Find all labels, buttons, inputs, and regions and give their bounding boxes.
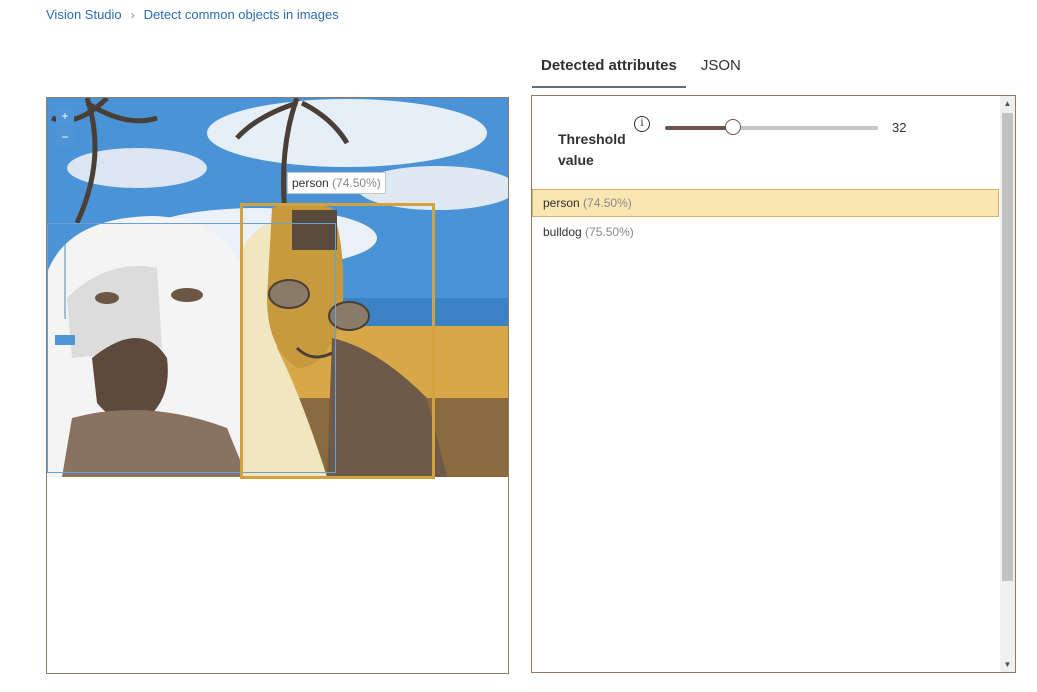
threshold-slider-thumb[interactable] (725, 119, 742, 135)
attribute-confidence: (74.50%) (583, 196, 632, 210)
info-icon[interactable]: i (634, 116, 650, 132)
detected-attributes-panel: Threshold value i 32 person (74.50%) bul… (531, 95, 1016, 673)
bounding-box-label-name: person (292, 176, 329, 190)
list-item-bulldog[interactable]: bulldog (75.50%) (532, 218, 999, 246)
attribute-name: person (543, 196, 580, 210)
scroll-down-arrow-icon[interactable]: ▼ (1000, 657, 1015, 672)
threshold-value: 32 (892, 120, 907, 135)
threshold-slider-fill (665, 126, 734, 130)
threshold-slider[interactable] (665, 119, 878, 135)
zoom-out-icon[interactable]: − (56, 128, 74, 146)
attribute-name: bulldog (543, 225, 582, 239)
attribute-list: person (74.50%) bulldog (75.50%) (532, 189, 999, 247)
attribute-confidence: (75.50%) (585, 225, 634, 239)
breadcrumb: Vision Studio › Detect common objects in… (46, 7, 339, 22)
scroll-up-arrow-icon[interactable]: ▲ (1000, 96, 1015, 111)
bounding-box-person[interactable] (240, 203, 435, 479)
zoom-in-icon[interactable]: + (56, 107, 74, 125)
attributes-scrollbar[interactable]: ▲ ▼ (1000, 96, 1015, 672)
threshold-label: Threshold value (558, 131, 626, 168)
result-tabs: Detected attributes JSON (532, 48, 756, 88)
breadcrumb-separator-icon: › (130, 7, 135, 22)
bounding-box-label: person (74.50%) (287, 172, 386, 194)
bounding-box-label-confidence: (74.50%) (332, 176, 381, 190)
analyzed-photo[interactable]: + − person (74.50%) (47, 98, 508, 479)
breadcrumb-vision-studio-link[interactable]: Vision Studio (46, 7, 122, 22)
tab-detected-attributes[interactable]: Detected attributes (532, 48, 686, 88)
tab-json[interactable]: JSON (692, 48, 750, 88)
image-viewer-panel: + − person (74.50%) (46, 97, 509, 674)
breadcrumb-current-page[interactable]: Detect common objects in images (144, 7, 339, 22)
list-item-person[interactable]: person (74.50%) (532, 189, 999, 217)
scrollbar-thumb[interactable] (1002, 113, 1013, 581)
